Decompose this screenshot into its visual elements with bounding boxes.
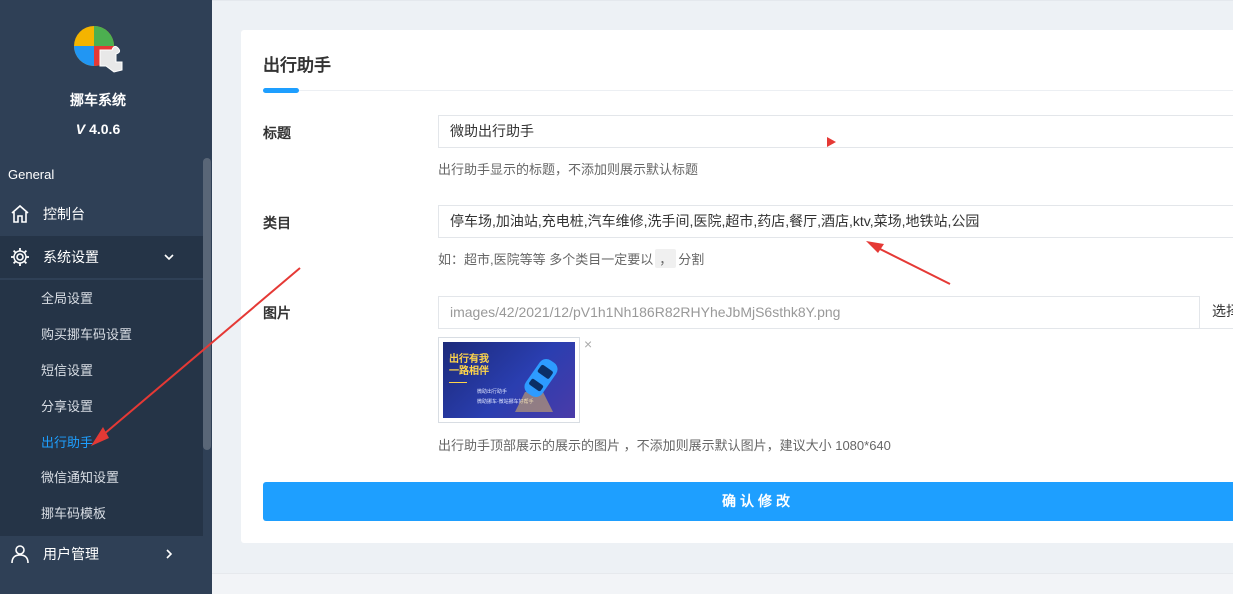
- category-hint: 如：超市,医院等等 多个类目一定要以，分割: [438, 249, 704, 268]
- title-underline: [263, 88, 299, 93]
- car-illustration-icon: [515, 359, 558, 412]
- category-input[interactable]: 停车场,加油站,充电桩,汽车维修,洗手间,医院,超市,药店,餐厅,酒店,ktv,…: [438, 205, 1233, 238]
- version-number: 4.0.6: [89, 121, 121, 137]
- submenu-item-global-settings[interactable]: 全局设置: [41, 289, 93, 309]
- page-title: 出行助手: [263, 56, 331, 75]
- banner-title-line1: 出行有我: [449, 354, 489, 365]
- chevron-right-icon: [166, 549, 173, 559]
- sidebar-item-label: 用户管理: [43, 546, 99, 562]
- banner-divider: [449, 382, 467, 383]
- top-divider: [212, 0, 1233, 1]
- sidebar-item-label: 系统设置: [43, 249, 99, 265]
- bottom-strip: [212, 573, 1233, 594]
- banner-title-line2: 一路相伴: [449, 366, 489, 377]
- title-hint: 出行助手显示的标题，不添加则展示默认标题: [438, 162, 699, 177]
- chevron-down-icon: [164, 254, 174, 261]
- banner-title: 出行有我 一路相伴: [449, 354, 489, 378]
- banner-image: 出行有我 一路相伴 微助出行助手 微助挪车·微站挪车好帮手: [443, 342, 575, 418]
- puzzle-logo-icon: [74, 26, 123, 73]
- sidebar-item-dashboard[interactable]: 控制台: [0, 193, 203, 235]
- home-icon: [11, 204, 29, 223]
- remove-image-icon[interactable]: ×: [584, 336, 592, 352]
- user-icon: [11, 545, 29, 564]
- title-field-label: 标题: [263, 125, 291, 141]
- image-thumbnail: 出行有我 一路相伴 微助出行助手 微助挪车·微站挪车好帮手: [438, 337, 580, 423]
- sidebar-item-user-management[interactable]: 用户管理: [0, 533, 203, 575]
- system-settings-submenu: 全局设置 购买挪车码设置 短信设置 分享设置 出行助手 微信通知设置 挪车码模板: [0, 280, 203, 536]
- category-hint-suffix: 分割: [678, 252, 705, 267]
- version-mark: V: [75, 121, 86, 137]
- comma-chip: ，: [655, 249, 677, 268]
- submenu-item-wechat-notify[interactable]: 微信通知设置: [41, 468, 119, 488]
- submenu-item-code-template[interactable]: 挪车码模板: [41, 504, 106, 524]
- category-field-label: 类目: [263, 215, 291, 231]
- image-hint: 出行助手顶部展示的展示的图片 ，不添加则展示默认图片，建议大小 1080*640: [438, 438, 891, 453]
- category-hint-text: 如：超市,医院等等 多个类目一定要以: [438, 252, 654, 267]
- travel-assistant-card: 出行助手 标题 微助出行助手 出行助手显示的标题，不添加则展示默认标题 类目 停…: [241, 30, 1233, 543]
- title-input[interactable]: 微助出行助手: [438, 115, 1233, 148]
- section-label: General: [8, 167, 55, 182]
- submenu-item-travel-assistant[interactable]: 出行助手: [41, 433, 93, 453]
- sidebar-item-system-settings[interactable]: 系统设置: [0, 236, 203, 278]
- app-name: 挪车系统: [70, 92, 126, 108]
- title-divider: [263, 90, 1233, 91]
- submenu-item-share-settings[interactable]: 分享设置: [41, 397, 93, 417]
- image-path-input[interactable]: images/42/2021/12/pV1h1Nh186R82RHYheJbMj…: [438, 296, 1233, 329]
- confirm-submit-button[interactable]: 确认修改: [263, 482, 1233, 521]
- gear-icon: [11, 248, 29, 266]
- submenu-item-sms-settings[interactable]: 短信设置: [41, 361, 93, 381]
- sidebar: 挪车系统 V 4.0.6 General 控制台 系统设置 全局设置 购买挪车码设…: [0, 0, 212, 594]
- image-field-label: 图片: [263, 305, 291, 321]
- version-label: V 4.0.6: [0, 121, 196, 137]
- submenu-item-buy-code-settings[interactable]: 购买挪车码设置: [41, 325, 132, 345]
- choose-image-button[interactable]: 选择: [1199, 296, 1233, 328]
- sidebar-item-label: 控制台: [43, 206, 85, 222]
- sidebar-scrollbar[interactable]: [203, 158, 211, 450]
- banner-subtitle-1: 微助出行助手: [477, 389, 508, 395]
